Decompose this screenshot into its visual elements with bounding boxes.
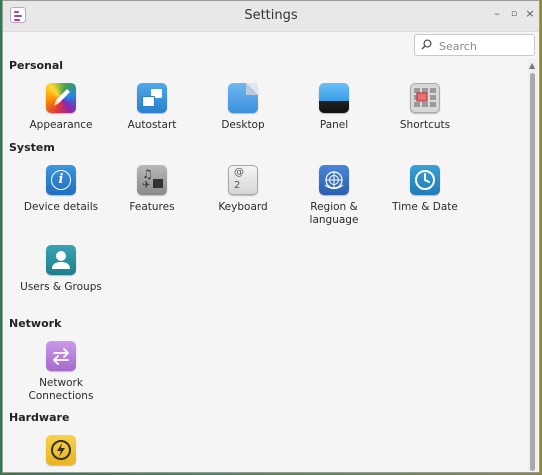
tile-label: Shortcuts <box>399 119 451 131</box>
close-button[interactable]: × <box>524 8 536 20</box>
maximize-button[interactable]: ▫ <box>508 8 520 20</box>
scrollbar-thumb[interactable] <box>530 73 535 471</box>
minimize-button[interactable]: – <box>491 8 503 20</box>
appearance-icon <box>46 83 76 113</box>
tile-label: Network Connections <box>28 377 94 402</box>
shortcuts-icon <box>410 83 440 113</box>
tile-keyboard[interactable]: @ 2 Keyboard <box>198 165 288 214</box>
globe-icon <box>319 165 349 195</box>
tile-region-language[interactable]: Region & language <box>289 165 379 227</box>
tile-power[interactable] <box>16 435 106 465</box>
toolbar <box>3 31 539 59</box>
tile-label: Appearance <box>29 119 93 131</box>
tile-label: Desktop <box>221 119 265 131</box>
info-icon: i <box>46 165 76 195</box>
search-icon <box>421 39 432 50</box>
vertical-scrollbar[interactable]: ▲ <box>528 59 537 471</box>
section-title-personal: Personal <box>9 59 64 72</box>
section-title-network: Network <box>9 317 62 330</box>
search-box[interactable] <box>414 34 535 56</box>
tile-desktop[interactable]: Desktop <box>198 83 288 132</box>
tile-users-groups[interactable]: Users & Groups <box>16 245 106 294</box>
title-bar: Settings – ▫ × <box>3 1 539 32</box>
keyboard-icon: @ 2 <box>228 165 258 195</box>
power-icon <box>46 435 76 465</box>
section-title-system: System <box>9 141 55 154</box>
scroll-up-arrow-icon[interactable]: ▲ <box>529 61 535 70</box>
tile-autostart[interactable]: Autostart <box>107 83 197 132</box>
tile-device-details[interactable]: i Device details <box>16 165 106 214</box>
tile-network-connections[interactable]: Network Connections <box>16 341 106 403</box>
features-icon: ♫ ✈ <box>137 165 167 195</box>
tile-label: Keyboard <box>218 201 268 213</box>
tile-label: Features <box>129 201 175 213</box>
tile-label: Device details <box>23 201 99 213</box>
user-icon <box>46 245 76 275</box>
tile-label: Users & Groups <box>20 281 102 293</box>
tile-features[interactable]: ♫ ✈ Features <box>107 165 197 214</box>
tile-label: Time & Date <box>392 201 458 213</box>
keyboard-key-bottom: 2 <box>234 180 241 191</box>
desktop-icon <box>228 83 258 113</box>
tile-label: Autostart <box>127 119 177 131</box>
tile-panel[interactable]: Panel <box>289 83 379 132</box>
panel-icon <box>319 83 349 113</box>
tile-label: Panel <box>319 119 349 131</box>
autostart-icon <box>137 83 167 113</box>
clock-icon <box>410 165 440 195</box>
search-input[interactable] <box>437 37 533 55</box>
settings-content: Personal Appearance Autostart Desktop Pa… <box>3 59 527 472</box>
section-title-hardware: Hardware <box>9 411 70 424</box>
settings-window: Settings – ▫ × Personal Appearance <box>2 0 540 473</box>
network-icon <box>46 341 76 371</box>
tile-label: Region & language <box>309 201 359 226</box>
tile-shortcuts[interactable]: Shortcuts <box>380 83 470 132</box>
tile-time-date[interactable]: Time & Date <box>380 165 470 214</box>
tile-appearance[interactable]: Appearance <box>16 83 106 132</box>
window-title: Settings <box>244 8 298 23</box>
keyboard-key-top: @ <box>234 167 244 178</box>
